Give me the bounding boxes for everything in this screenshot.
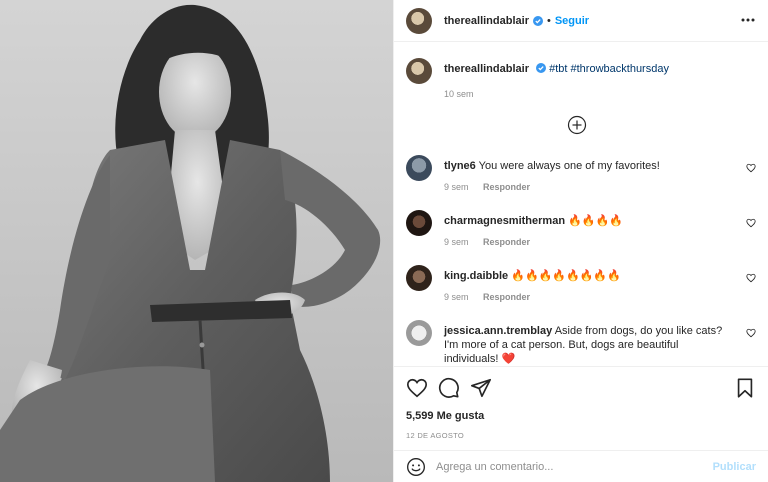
comment-item: king.daibble 🔥🔥🔥🔥🔥🔥🔥🔥 9 sem Responder <box>406 265 756 302</box>
author-username[interactable]: thereallindablair <box>444 15 529 27</box>
comment-input[interactable] <box>436 460 713 473</box>
share-icon[interactable] <box>470 377 492 399</box>
photo-illustration <box>0 0 393 482</box>
likes-count[interactable]: 5,599 Me gusta <box>406 410 484 422</box>
post-date[interactable]: 12 DE AGOSTO <box>406 431 464 440</box>
comment-text: 🔥🔥🔥🔥 <box>568 215 623 227</box>
comment-item: charmagnesmitherman 🔥🔥🔥🔥 9 sem Responder <box>406 210 756 247</box>
comment-item: jessica.ann.tremblay Aside from dogs, do… <box>406 320 756 366</box>
verified-badge-icon <box>532 15 543 26</box>
comment-avatar[interactable] <box>406 155 432 181</box>
comment-username[interactable]: tlyne6 <box>444 160 476 172</box>
comment-body: tlyne6 You were always one of my favorit… <box>444 155 756 173</box>
caption-username[interactable]: thereallindablair <box>444 63 529 75</box>
header-separator: • <box>546 14 551 27</box>
author-avatar[interactable] <box>406 7 432 34</box>
comment-text: You were always one of my favorites! <box>478 160 660 172</box>
reply-button[interactable]: Responder <box>483 292 530 302</box>
comment-like-icon[interactable] <box>746 218 756 228</box>
bookmark-icon[interactable] <box>734 377 756 399</box>
comment-meta: 9 sem Responder <box>444 237 756 247</box>
action-icons <box>406 377 502 399</box>
post-comment-button[interactable]: Publicar <box>713 461 756 473</box>
caption-time[interactable]: 10 sem <box>444 89 756 99</box>
comment-time[interactable]: 9 sem <box>444 292 469 302</box>
comment-time[interactable]: 9 sem <box>444 237 469 247</box>
comment-body: charmagnesmitherman 🔥🔥🔥🔥 <box>444 210 756 228</box>
comment-avatar[interactable] <box>406 320 432 346</box>
comment-like-icon[interactable] <box>746 273 756 283</box>
follow-button[interactable]: Seguir <box>555 15 589 27</box>
comment-icon[interactable] <box>438 377 460 399</box>
post-side-panel: thereallindablair • Seguir thereallindab… <box>393 0 768 482</box>
comment-composer: Publicar <box>394 450 768 482</box>
comment-meta: 9 sem Responder <box>444 292 756 302</box>
comment-body: king.daibble 🔥🔥🔥🔥🔥🔥🔥🔥 <box>444 265 756 283</box>
comment-time[interactable]: 9 sem <box>444 182 469 192</box>
comment-username[interactable]: jessica.ann.tremblay <box>444 325 552 337</box>
post-caption: thereallindablair #tbt #throwbackthursda… <box>406 58 756 99</box>
comment-avatar[interactable] <box>406 210 432 236</box>
comment-body: jessica.ann.tremblay Aside from dogs, do… <box>444 320 756 366</box>
caption-avatar[interactable] <box>406 58 432 84</box>
load-more-comments-icon[interactable] <box>567 115 587 135</box>
emoji-icon[interactable] <box>406 457 426 477</box>
comment-username[interactable]: charmagnesmitherman <box>444 215 565 227</box>
more-options-icon[interactable] <box>740 12 756 28</box>
post-photo[interactable] <box>0 0 393 482</box>
caption-text: thereallindablair #tbt #throwbackthursda… <box>444 58 756 76</box>
comment-text: 🔥🔥🔥🔥🔥🔥🔥🔥 <box>511 270 621 282</box>
post-header: thereallindablair • Seguir <box>394 0 768 42</box>
reply-button[interactable]: Responder <box>483 237 530 247</box>
heart-icon[interactable] <box>406 377 428 399</box>
comment-username[interactable]: king.daibble <box>444 270 508 282</box>
post-viewer: thereallindablair • Seguir thereallindab… <box>0 0 768 482</box>
comment-meta: 9 sem Responder <box>444 182 756 192</box>
comment-like-icon[interactable] <box>746 163 756 173</box>
comment-like-icon[interactable] <box>746 328 756 338</box>
caption-hashtags[interactable]: #tbt #throwbackthursday <box>549 63 669 75</box>
comment-item: tlyne6 You were always one of my favorit… <box>406 155 756 192</box>
verified-badge-icon <box>536 63 547 73</box>
reply-button[interactable]: Responder <box>483 182 530 192</box>
comment-avatar[interactable] <box>406 265 432 291</box>
